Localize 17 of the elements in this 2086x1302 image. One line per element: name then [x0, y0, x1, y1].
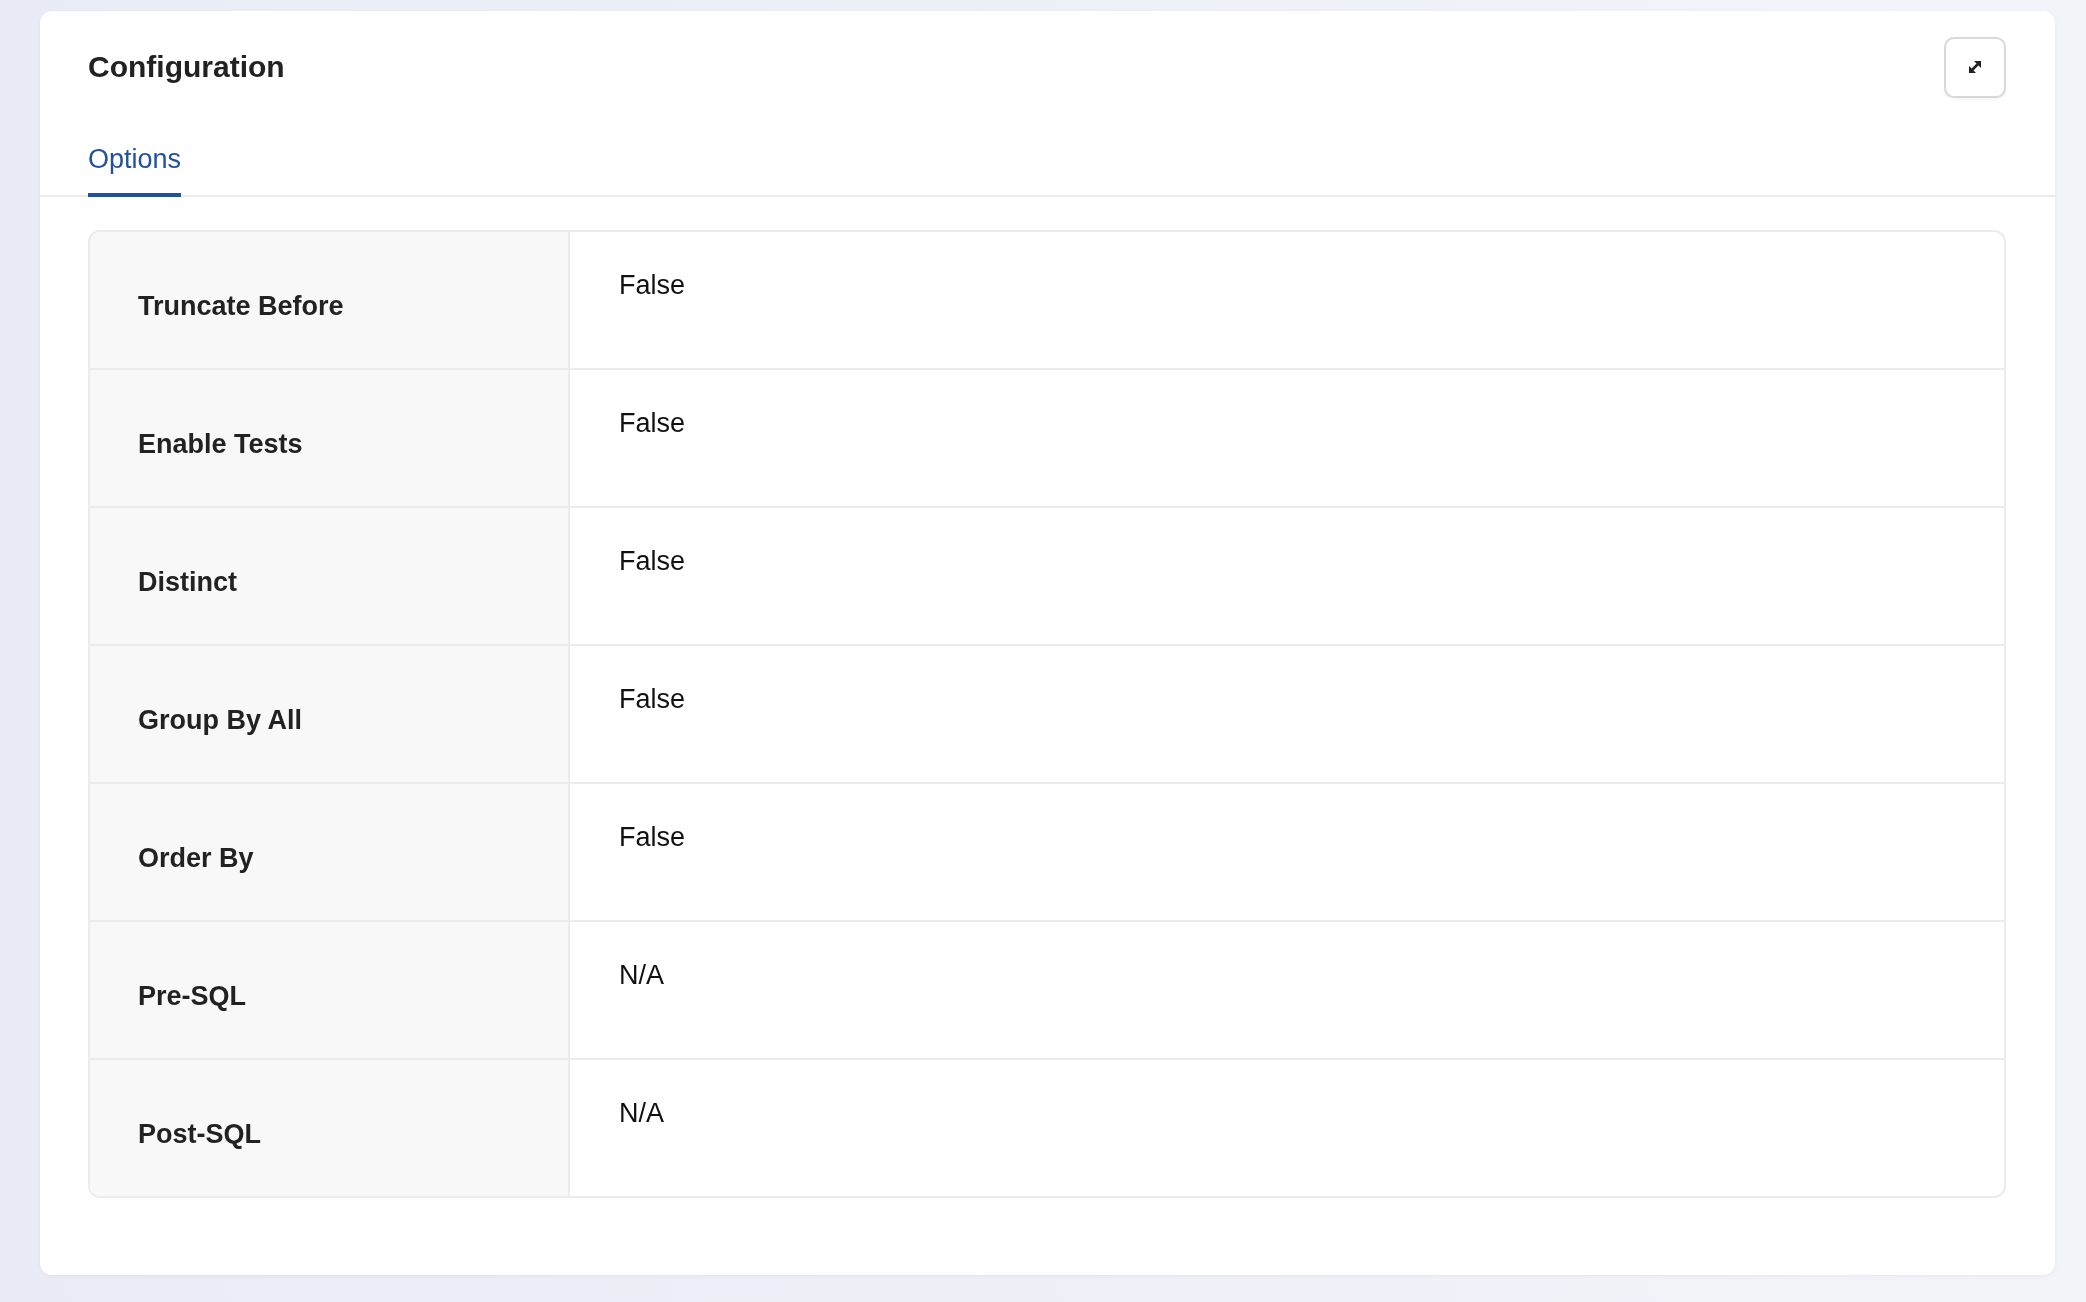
option-value: False	[618, 545, 687, 578]
expand-button[interactable]	[1944, 36, 2006, 98]
option-label: Group By All	[90, 646, 570, 782]
option-label: Truncate Before	[90, 232, 570, 368]
option-value: False	[618, 821, 687, 854]
option-value: N/A	[618, 1097, 665, 1130]
card-title: Configuration	[88, 50, 285, 84]
option-label: Pre-SQL	[90, 922, 570, 1058]
option-label: Order By	[90, 784, 570, 920]
option-value: N/A	[618, 959, 665, 992]
option-label: Distinct	[90, 508, 570, 644]
option-value: False	[618, 269, 687, 302]
option-value: False	[618, 683, 687, 716]
option-label: Enable Tests	[90, 370, 570, 506]
option-label: Post-SQL	[90, 1060, 570, 1196]
options-tab[interactable]: Options	[88, 144, 182, 197]
option-value: False	[618, 407, 687, 440]
